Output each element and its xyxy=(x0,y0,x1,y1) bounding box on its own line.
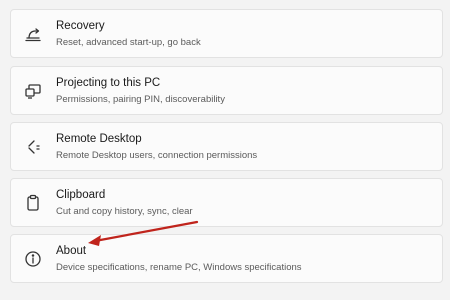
settings-item-description: Remote Desktop users, connection permiss… xyxy=(56,150,258,161)
settings-item-title: Remote Desktop xyxy=(56,133,142,145)
projecting-icon xyxy=(23,81,43,101)
settings-item-description: Device specifications, rename PC, Window… xyxy=(56,262,302,273)
settings-item-title: Recovery xyxy=(56,20,105,32)
settings-item-description: Permissions, pairing PIN, discoverabilit… xyxy=(56,94,225,105)
clipboard-icon xyxy=(23,193,43,213)
settings-item-remote-desktop[interactable]: Remote Desktop Remote Desktop users, con… xyxy=(10,122,443,171)
settings-item-recovery[interactable]: Recovery Reset, advanced start-up, go ba… xyxy=(10,9,443,58)
settings-item-about[interactable]: About Device specifications, rename PC, … xyxy=(10,234,443,283)
settings-item-description: Cut and copy history, sync, clear xyxy=(56,206,193,217)
settings-item-clipboard[interactable]: Clipboard Cut and copy history, sync, cl… xyxy=(10,178,443,227)
recovery-icon xyxy=(23,24,43,44)
remote-desktop-icon xyxy=(23,137,43,157)
info-icon xyxy=(23,249,43,269)
settings-item-title: Projecting to this PC xyxy=(56,77,161,89)
settings-item-title: Clipboard xyxy=(56,189,106,201)
settings-item-title: About xyxy=(56,245,87,257)
settings-item-description: Reset, advanced start-up, go back xyxy=(56,37,201,48)
settings-item-projecting[interactable]: Projecting to this PC Permissions, pairi… xyxy=(10,66,443,115)
